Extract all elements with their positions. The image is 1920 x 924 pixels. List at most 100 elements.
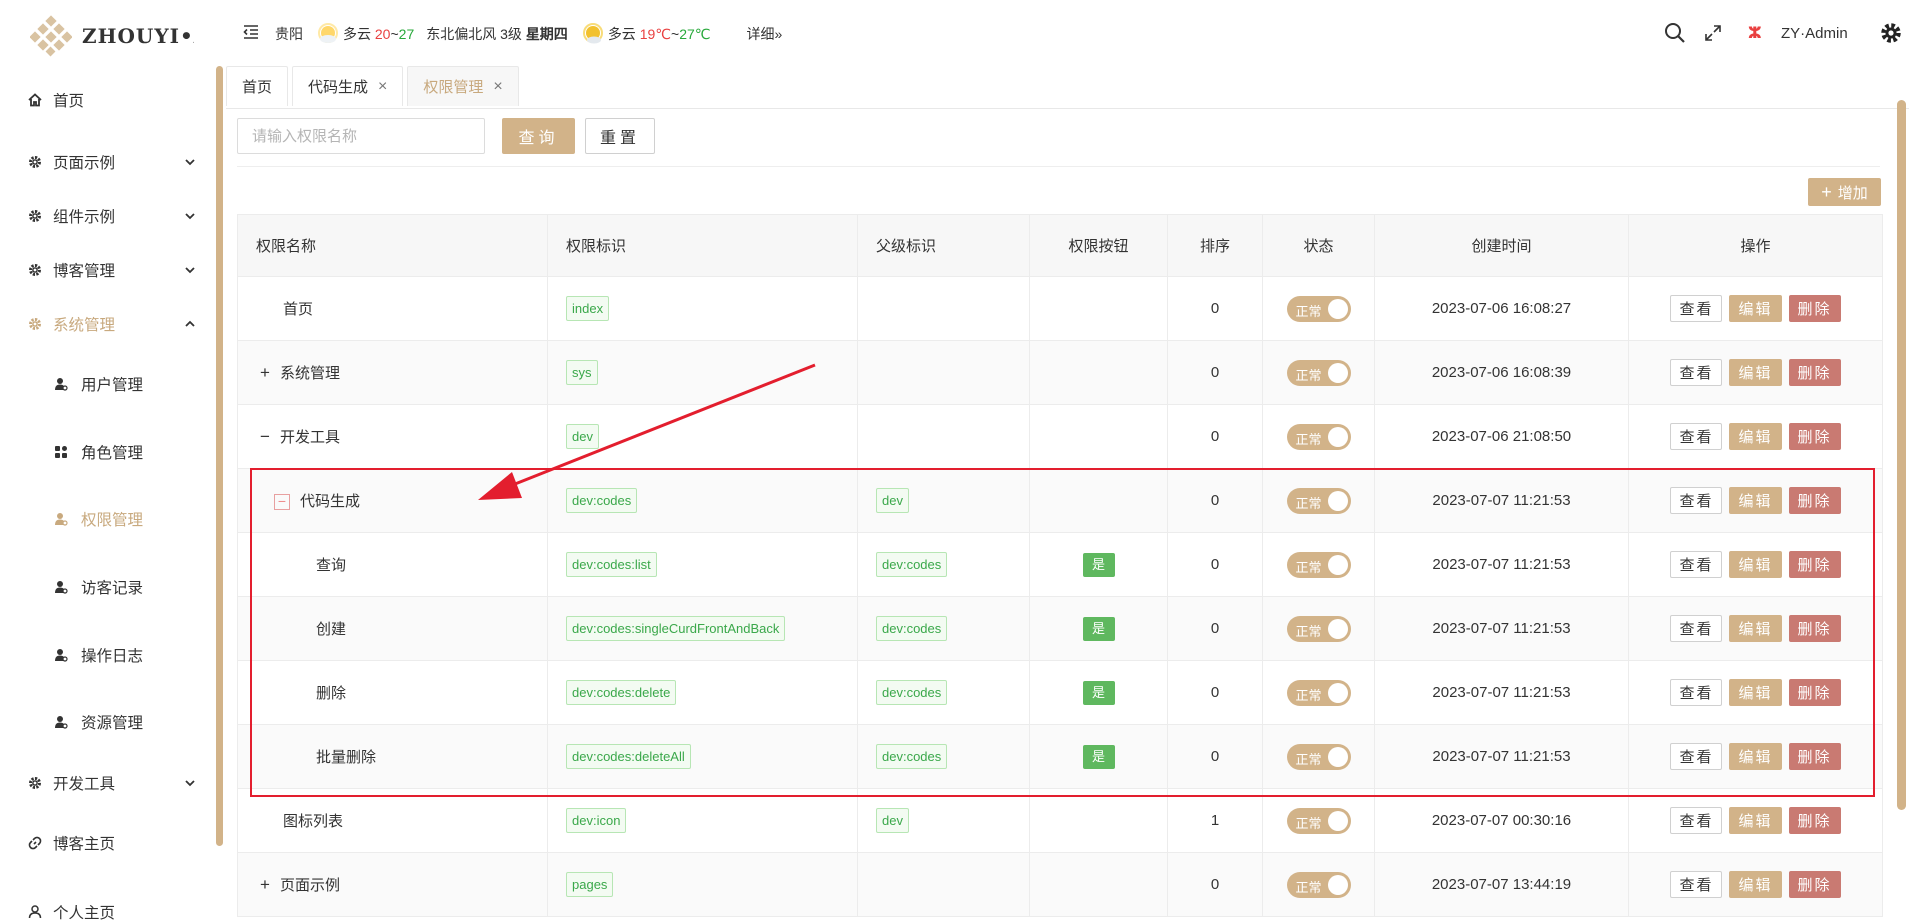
column-header[interactable]: 状态: [1262, 214, 1375, 277]
sidebar-item-system-management[interactable]: 系统管理: [0, 304, 210, 344]
user-icon: [54, 580, 68, 594]
link-icon: [28, 836, 42, 850]
sidebar-scrollbar[interactable]: [216, 66, 223, 846]
parent-key-tag: dev: [876, 808, 909, 833]
sidebar-item-page-examples[interactable]: 页面示例: [0, 142, 210, 182]
table-row: − 开发工具 dev 0 正常 2023-07-06 21:08:50 查看 编辑 删除: [237, 404, 1883, 469]
divider: [237, 166, 1880, 167]
sidebar-item-label: 首页: [53, 93, 85, 110]
close-icon[interactable]: ×: [378, 78, 387, 96]
settings-gear-icon[interactable]: [1880, 22, 1902, 44]
collapse-icon[interactable]: −: [256, 427, 274, 447]
query-button[interactable]: 查询: [502, 118, 575, 154]
expand-icon[interactable]: +: [256, 363, 274, 383]
permission-name: 系统管理: [280, 365, 341, 382]
plus-icon: +: [1821, 182, 1832, 202]
view-button[interactable]: 查看: [1670, 295, 1723, 322]
created-time: 2023-07-07 00:30:16: [1431, 812, 1572, 829]
column-header[interactable]: 权限名称: [237, 214, 548, 277]
expand-icon[interactable]: +: [256, 875, 274, 895]
fullscreen-icon[interactable]: [1702, 22, 1724, 44]
add-button-label: 增加: [1837, 184, 1868, 202]
view-button[interactable]: 查看: [1670, 871, 1723, 898]
table-header-row: 权限名称 权限标识 父级标识 权限按钮 排序 状态 创建时间 操作: [237, 214, 1883, 277]
sort-value: 0: [1210, 428, 1220, 445]
edit-button[interactable]: 编辑: [1729, 871, 1782, 898]
sidebar-item-component-examples[interactable]: 组件示例: [0, 196, 210, 236]
logo[interactable]: ZHOUYI•A: [30, 14, 194, 58]
logo-icon: [30, 15, 72, 57]
sidebar-item-dev-tools[interactable]: 开发工具: [0, 763, 210, 803]
sort-value: 0: [1210, 300, 1220, 317]
edit-button[interactable]: 编辑: [1729, 807, 1782, 834]
delete-button[interactable]: 删除: [1788, 423, 1841, 450]
sidebar: ZHOUYI•A 首页 页面示例 组件示例 博客管理 系统管理 用户管理 角色管…: [0, 0, 216, 924]
temp-separator: ~: [390, 26, 399, 42]
delete-button[interactable]: 删除: [1788, 359, 1841, 386]
username[interactable]: ZY·Admin: [1781, 22, 1848, 44]
status-toggle[interactable]: 正常: [1286, 423, 1351, 450]
sidebar-item-operation-log[interactable]: 操作日志: [0, 635, 210, 675]
column-header[interactable]: 创建时间: [1374, 214, 1629, 277]
today-low-temp: 20: [374, 26, 391, 42]
sidebar-item-visitor-records[interactable]: 访客记录: [0, 567, 210, 607]
sidebar-item-home[interactable]: 首页: [0, 80, 210, 120]
search-icon[interactable]: [1664, 22, 1686, 44]
avatar[interactable]: ⵣ: [1748, 22, 1762, 44]
temp-separator: ~: [671, 26, 680, 42]
tab-permission-management[interactable]: 权限管理 ×: [407, 66, 519, 106]
sidebar-item-user-management[interactable]: 用户管理: [0, 364, 210, 404]
view-button[interactable]: 查看: [1670, 423, 1723, 450]
sort-value: 1: [1210, 812, 1220, 829]
column-header[interactable]: 排序: [1167, 214, 1263, 277]
weather-detail-link[interactable]: 详细»: [746, 24, 782, 44]
sidebar-item-label: 系统管理: [53, 317, 116, 334]
chevron-down-icon: [185, 213, 195, 220]
permission-name-search-input[interactable]: [237, 118, 485, 154]
menu-collapse-icon[interactable]: [243, 24, 259, 40]
tab-label: 权限管理: [423, 79, 484, 96]
content-scrollbar[interactable]: [1897, 100, 1906, 810]
view-button[interactable]: 查看: [1670, 359, 1723, 386]
delete-button[interactable]: 删除: [1788, 871, 1841, 898]
weather-widget: 贵阳 多云 20 ~ 27 东北偏北风 3级 星期四 多云 19℃ ~ 27℃ …: [275, 23, 782, 45]
column-header[interactable]: 操作: [1628, 214, 1883, 277]
created-time: 2023-07-06 16:08:27: [1431, 300, 1572, 317]
column-header[interactable]: 权限按钮: [1029, 214, 1168, 277]
delete-button[interactable]: 删除: [1788, 295, 1841, 322]
user-icon: [54, 715, 68, 729]
close-icon[interactable]: ×: [493, 78, 502, 96]
sidebar-item-blog-home[interactable]: 博客主页: [0, 823, 210, 863]
sidebar-item-label: 页面示例: [53, 155, 116, 172]
column-header[interactable]: 父级标识: [857, 214, 1030, 277]
status-toggle[interactable]: 正常: [1286, 359, 1351, 386]
tab-code-gen[interactable]: 代码生成 ×: [292, 66, 404, 106]
sidebar-item-blog-management[interactable]: 博客管理: [0, 250, 210, 290]
delete-button[interactable]: 删除: [1788, 807, 1841, 834]
tab-label: 代码生成: [308, 79, 369, 96]
sort-value: 0: [1210, 364, 1220, 381]
user-icon: [54, 512, 68, 526]
tab-home[interactable]: 首页: [226, 66, 289, 106]
sidebar-item-resource-management[interactable]: 资源管理: [0, 702, 210, 742]
status-toggle[interactable]: 正常: [1286, 295, 1351, 322]
edit-button[interactable]: 编辑: [1729, 423, 1782, 450]
gear-icon: [28, 209, 42, 223]
tomorrow-high-temp: 27℃: [679, 25, 711, 42]
status-toggle[interactable]: 正常: [1286, 871, 1351, 898]
sidebar-item-permission-management[interactable]: 权限管理: [0, 499, 210, 539]
status-toggle[interactable]: 正常: [1286, 807, 1351, 834]
permission-key-tag: index: [566, 296, 610, 321]
home-icon: [28, 93, 42, 107]
edit-button[interactable]: 编辑: [1729, 359, 1782, 386]
sidebar-item-label: 个人主页: [53, 905, 116, 922]
column-header[interactable]: 权限标识: [547, 214, 858, 277]
view-button[interactable]: 查看: [1670, 807, 1723, 834]
edit-button[interactable]: 编辑: [1729, 295, 1782, 322]
created-time: 2023-07-06 16:08:39: [1431, 364, 1572, 381]
reset-button[interactable]: 重置: [585, 118, 655, 154]
tomorrow-low-temp: 19℃: [639, 25, 671, 42]
sidebar-item-personal-home[interactable]: 个人主页: [0, 892, 210, 924]
add-button[interactable]: + 增加: [1808, 178, 1881, 206]
sidebar-item-role-management[interactable]: 角色管理: [0, 432, 210, 472]
